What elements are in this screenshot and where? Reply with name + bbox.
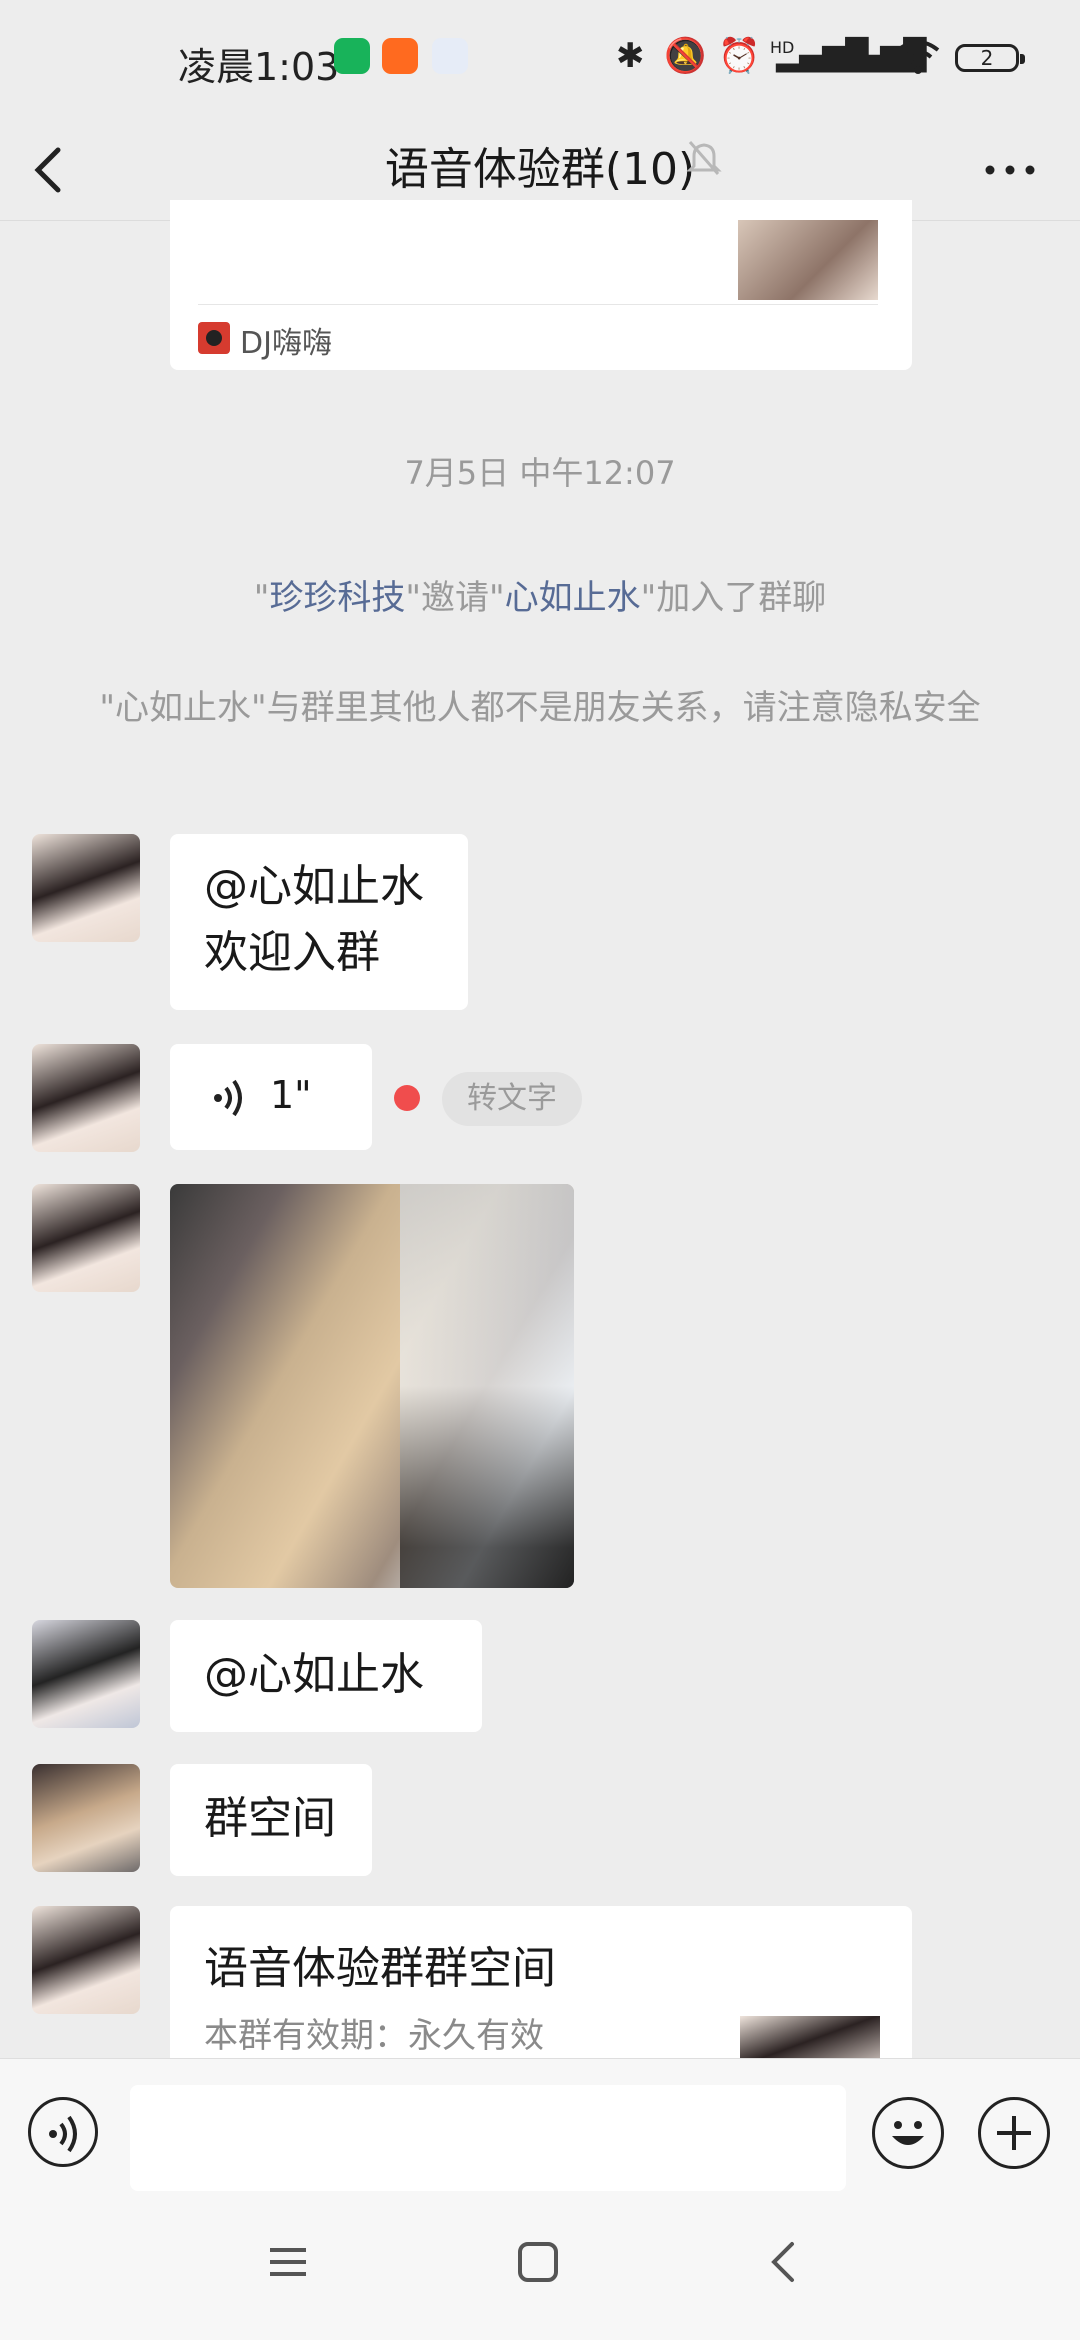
voice-input-button[interactable] — [28, 2097, 98, 2167]
kuaishou-app-icon — [382, 38, 418, 74]
input-bar — [0, 2058, 1080, 2197]
bell-off-icon — [686, 138, 722, 178]
message-line: @心如止水 — [204, 1649, 424, 1700]
alarm-icon: ⏰ — [718, 36, 761, 76]
menu-icon — [270, 2248, 306, 2276]
smiley-icon — [892, 2121, 924, 2145]
recents-button[interactable] — [268, 2242, 308, 2286]
voice-wave-icon — [214, 1079, 242, 1117]
music-app-icon — [198, 322, 230, 354]
chevron-left-icon — [771, 2242, 794, 2282]
plus-icon — [997, 2116, 1031, 2150]
more-button[interactable] — [970, 130, 1050, 210]
security-app-icon — [334, 38, 370, 74]
message-input[interactable] — [130, 2085, 846, 2191]
avatar[interactable] — [32, 1620, 140, 1728]
music-share-card[interactable]: DJ嗨嗨 — [170, 200, 912, 370]
battery-icon: 2 — [955, 44, 1025, 72]
privacy-notice: "心如止水"与群里其他人都不是朋友关系，请注意隐私安全 — [99, 688, 981, 728]
system-nav-bar — [0, 2196, 1080, 2340]
avatar[interactable] — [32, 1906, 140, 2014]
message-line: 欢迎入群 — [204, 927, 380, 978]
home-button[interactable] — [516, 2240, 560, 2288]
inviter-link[interactable]: 珍珍科技 — [269, 578, 405, 618]
group-space-subtitle: 本群有效期：永久有效 — [204, 2016, 544, 2056]
music-cover-image — [738, 220, 878, 300]
ellipsis-icon — [985, 165, 1035, 175]
group-space-thumbnail — [740, 2016, 880, 2058]
wifi-icon — [894, 36, 942, 85]
invite-quote: " — [253, 578, 270, 618]
mute-bell-icon: 🔕 — [664, 36, 707, 76]
image-message[interactable] — [170, 1184, 574, 1588]
chevron-left-icon — [34, 147, 61, 193]
invite-mid: "邀请" — [405, 578, 505, 618]
group-space-card[interactable]: 语音体验群群空间 本群有效期：永久有效 — [170, 1906, 912, 2058]
more-actions-button[interactable] — [978, 2097, 1050, 2169]
bluetooth-icon: ✱ — [616, 36, 645, 76]
emoji-button[interactable] — [872, 2097, 944, 2169]
unread-dot — [394, 1085, 420, 1111]
card-divider — [198, 304, 878, 305]
avatar[interactable] — [32, 1184, 140, 1292]
back-button[interactable] — [30, 128, 100, 212]
text-message[interactable]: 群空间 — [170, 1764, 372, 1876]
status-time: 凌晨1:03 — [178, 45, 340, 89]
invite-tail: "加入了群聊 — [640, 578, 827, 618]
chat-timestamp: 7月5日 中午12:07 — [404, 454, 676, 492]
system-back-button[interactable] — [768, 2240, 798, 2288]
voice-to-text-button[interactable]: 转文字 — [442, 1072, 582, 1126]
music-card-source: DJ嗨嗨 — [240, 326, 332, 361]
text-message[interactable]: @心如止水 — [170, 1620, 482, 1732]
group-space-title: 语音体验群群空间 — [204, 1943, 556, 1994]
voice-wave-icon — [49, 2115, 77, 2153]
avatar[interactable] — [32, 1764, 140, 1872]
message-line: 群空间 — [204, 1793, 336, 1844]
message-line: @心如止水 — [204, 861, 424, 912]
invitee-link[interactable]: 心如止水 — [505, 578, 641, 618]
invite-notice: "珍珍科技"邀请"心如止水"加入了群聊 — [0, 570, 1080, 619]
text-message[interactable]: @心如止水 欢迎入群 — [170, 834, 468, 1010]
avatar[interactable] — [32, 1044, 140, 1152]
voice-message[interactable]: 1" — [170, 1044, 372, 1150]
status-bar: 凌晨1:03 ✱ 🔕 ⏰ HD ▂▄▆█ ▂▄▆█ 2 — [0, 0, 1080, 120]
voice-duration: 1" — [270, 1073, 312, 1117]
square-icon — [518, 2242, 558, 2282]
baidu-app-icon — [432, 38, 468, 74]
car-window-detail — [400, 1184, 574, 1588]
avatar[interactable] — [32, 834, 140, 942]
